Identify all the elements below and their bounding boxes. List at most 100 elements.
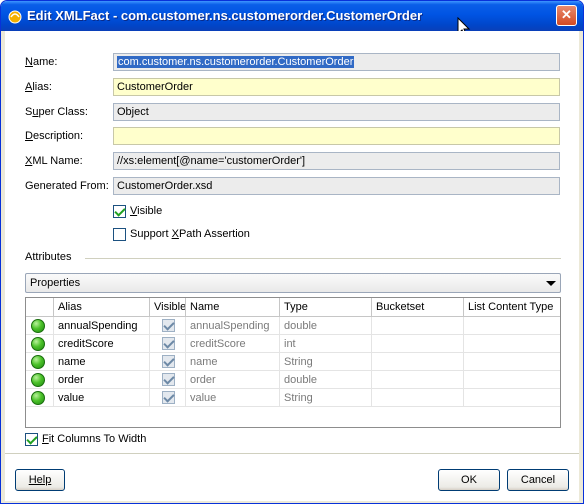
alias-field[interactable]: CustomerOrder: [113, 78, 560, 96]
close-icon: ✕: [561, 7, 572, 22]
name-label: Name:: [25, 56, 58, 68]
visible-cell[interactable]: [150, 389, 186, 407]
alias-cell[interactable]: creditScore: [54, 335, 150, 353]
visible-cell[interactable]: [150, 335, 186, 353]
bucketset-cell[interactable]: [372, 335, 464, 353]
attributes-table: Alias Visible Name Type Bucketset List C…: [25, 297, 561, 428]
alias-label: Alias:: [25, 81, 52, 93]
bucketset-cell[interactable]: [372, 389, 464, 407]
green-status-icon: [31, 355, 45, 369]
footer-divider: [5, 453, 579, 454]
column-header-status[interactable]: [26, 298, 54, 316]
support-xpath-label: Support XPath Assertion: [130, 228, 250, 241]
support-xpath-row[interactable]: Support XPath Assertion: [113, 226, 250, 242]
bucketset-cell[interactable]: [372, 317, 464, 335]
xml-name-field[interactable]: //xs:element[@name='customerOrder']: [113, 152, 560, 170]
alias-cell[interactable]: annualSpending: [54, 317, 150, 335]
section-divider: [85, 258, 561, 259]
alias-cell[interactable]: order: [54, 371, 150, 389]
visible-cell[interactable]: [150, 371, 186, 389]
name-cell: value: [186, 389, 280, 407]
dialog-window: Edit XMLFact - com.customer.ns.customero…: [0, 0, 584, 504]
description-label: Description:: [25, 130, 84, 142]
table-row[interactable]: creditScore creditScore int: [26, 335, 560, 353]
cancel-button[interactable]: Cancel: [507, 469, 569, 491]
status-cell: [26, 353, 54, 371]
name-cell: creditScore: [186, 335, 280, 353]
visible-label: Visible: [130, 205, 163, 218]
title-bar[interactable]: Edit XMLFact - com.customer.ns.customero…: [1, 1, 583, 38]
name-cell: annualSpending: [186, 317, 280, 335]
type-cell: double: [280, 317, 372, 335]
window-title: Edit XMLFact - com.customer.ns.customero…: [27, 8, 423, 23]
list-content-type-cell[interactable]: [464, 389, 560, 407]
column-header-alias[interactable]: Alias: [54, 298, 150, 316]
fit-columns-row[interactable]: Fit Columns To Width: [25, 431, 146, 447]
type-cell: String: [280, 389, 372, 407]
cancel-button-label: Cancel: [520, 474, 556, 486]
support-xpath-checkbox[interactable]: [113, 227, 126, 241]
green-status-icon: [31, 337, 45, 351]
status-cell: [26, 389, 54, 407]
type-cell: String: [280, 353, 372, 371]
table-header: Alias Visible Name Type Bucketset List C…: [26, 298, 560, 317]
status-cell: [26, 335, 54, 353]
visible-cell[interactable]: [150, 317, 186, 335]
column-header-list-content-type[interactable]: List Content Type: [464, 298, 560, 316]
name-cell: name: [186, 353, 280, 371]
generated-from-label: Generated From:: [25, 180, 109, 192]
visible-check-icon: [162, 319, 175, 332]
visible-checkbox[interactable]: [113, 204, 126, 218]
status-cell: [26, 371, 54, 389]
description-field[interactable]: [113, 127, 560, 145]
bucketset-cell[interactable]: [372, 371, 464, 389]
generated-from-field[interactable]: CustomerOrder.xsd: [113, 177, 560, 195]
table-row[interactable]: annualSpending annualSpending double: [26, 317, 560, 335]
green-status-icon: [31, 319, 45, 333]
column-header-type[interactable]: Type: [280, 298, 372, 316]
fit-columns-checkbox[interactable]: [25, 432, 38, 446]
green-status-icon: [31, 391, 45, 405]
visible-check-icon: [162, 355, 175, 368]
help-button-label: Help: [28, 474, 52, 486]
green-status-icon: [31, 373, 45, 387]
visible-check-icon: [162, 337, 175, 350]
ok-button[interactable]: OK: [438, 469, 500, 491]
properties-dropdown[interactable]: Properties: [25, 273, 561, 293]
list-content-type-cell[interactable]: [464, 353, 560, 371]
visible-check-icon: [162, 373, 175, 386]
name-cell: order: [186, 371, 280, 389]
table-row[interactable]: name name String: [26, 353, 560, 371]
visible-cell[interactable]: [150, 353, 186, 371]
visible-check-icon: [162, 391, 175, 404]
name-value: com.customer.ns.customerorder.CustomerOr…: [117, 56, 355, 68]
bucketset-cell[interactable]: [372, 353, 464, 371]
type-cell: double: [280, 371, 372, 389]
xml-name-label: XML Name:: [25, 155, 83, 167]
attributes-section-label: Attributes: [25, 251, 72, 263]
column-header-name[interactable]: Name: [186, 298, 280, 316]
super-class-label: Super Class:: [25, 106, 88, 118]
fit-columns-label: Fit Columns To Width: [42, 433, 147, 446]
column-header-bucketset[interactable]: Bucketset: [372, 298, 464, 316]
type-cell: int: [280, 335, 372, 353]
ok-button-label: OK: [461, 474, 477, 486]
super-class-field[interactable]: Object: [113, 103, 560, 121]
table-row[interactable]: order order double: [26, 371, 560, 389]
name-field[interactable]: com.customer.ns.customerorder.CustomerOr…: [113, 53, 560, 71]
list-content-type-cell[interactable]: [464, 317, 560, 335]
help-button[interactable]: Help: [15, 469, 65, 491]
dialog-content: Name: com.customer.ns.customerorder.Cust…: [5, 31, 579, 501]
dropdown-value: Properties: [30, 277, 81, 289]
list-content-type-cell[interactable]: [464, 371, 560, 389]
list-content-type-cell[interactable]: [464, 335, 560, 353]
status-cell: [26, 317, 54, 335]
column-header-visible[interactable]: Visible: [150, 298, 186, 316]
visible-checkbox-row[interactable]: Visible: [113, 203, 162, 219]
table-row[interactable]: value value String: [26, 389, 560, 407]
chevron-down-icon: [546, 281, 556, 286]
alias-cell[interactable]: name: [54, 353, 150, 371]
alias-cell[interactable]: value: [54, 389, 150, 407]
close-button[interactable]: ✕: [556, 5, 577, 26]
app-icon: [8, 10, 22, 24]
